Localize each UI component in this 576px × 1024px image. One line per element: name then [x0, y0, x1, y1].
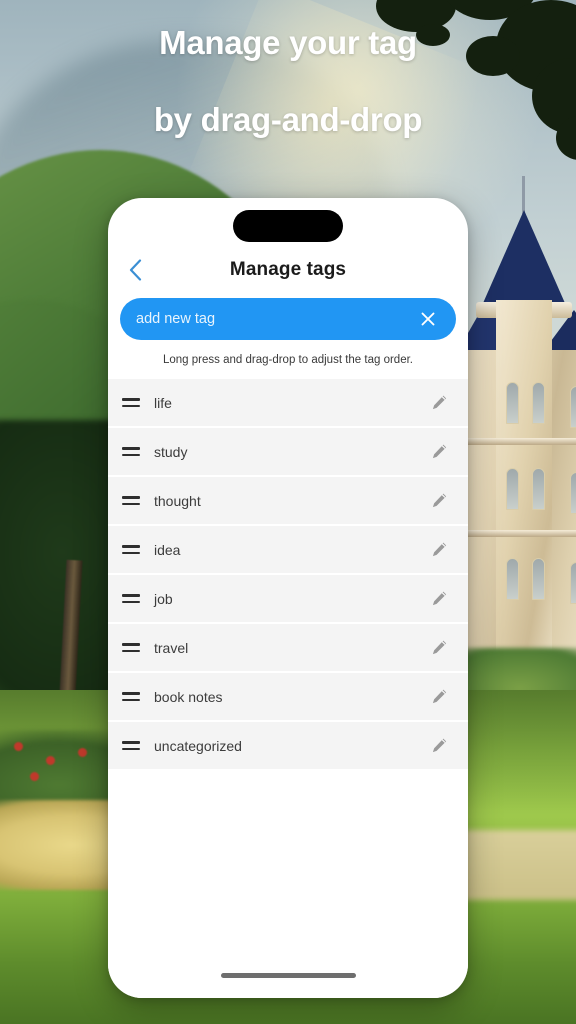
table-row[interactable]: thought	[108, 477, 468, 526]
drag-handle-icon[interactable]	[122, 642, 142, 653]
table-row[interactable]: study	[108, 428, 468, 477]
drag-handle-icon[interactable]	[122, 446, 142, 457]
tag-label: study	[154, 443, 188, 460]
tag-label: idea	[154, 541, 181, 558]
phone-mockup: Manage tags Long press and drag-drop to …	[108, 198, 468, 998]
tag-label: book notes	[154, 688, 223, 705]
headline-line-2: by drag-and-drop	[153, 100, 423, 138]
pencil-icon[interactable]	[426, 488, 452, 514]
tag-label: thought	[154, 492, 201, 509]
chevron-left-icon	[129, 259, 142, 281]
drag-handle-icon[interactable]	[122, 691, 142, 702]
navigation-bar: Manage tags	[108, 242, 468, 298]
table-row[interactable]: life	[108, 379, 468, 428]
tag-list: life study thought idea job travel book …	[108, 379, 468, 952]
home-indicator-area	[108, 952, 468, 998]
table-row[interactable]: travel	[108, 624, 468, 673]
pencil-icon[interactable]	[426, 390, 452, 416]
pencil-icon[interactable]	[426, 635, 452, 661]
table-row[interactable]: job	[108, 575, 468, 624]
castle	[448, 150, 576, 738]
tag-label: life	[154, 394, 172, 411]
close-icon[interactable]	[416, 307, 440, 331]
pencil-icon[interactable]	[426, 537, 452, 563]
add-tag-bar[interactable]	[120, 298, 456, 340]
drag-handle-icon[interactable]	[122, 495, 142, 506]
tag-label: travel	[154, 639, 189, 656]
drag-handle-icon[interactable]	[122, 593, 142, 604]
pencil-icon[interactable]	[426, 684, 452, 710]
table-row[interactable]: book notes	[108, 673, 468, 722]
pencil-icon[interactable]	[426, 439, 452, 465]
back-button[interactable]	[118, 253, 152, 287]
drag-hint-text: Long press and drag-drop to adjust the t…	[163, 354, 413, 366]
table-row[interactable]: uncategorized	[108, 722, 468, 771]
page-title: Manage tags	[229, 259, 347, 280]
drag-handle-icon[interactable]	[122, 397, 142, 408]
garden-path	[455, 830, 576, 900]
tag-label: job	[154, 590, 173, 607]
drag-handle-icon[interactable]	[122, 544, 142, 555]
pencil-icon[interactable]	[426, 733, 452, 759]
add-tag-input[interactable]	[136, 311, 416, 327]
home-indicator[interactable]	[220, 972, 356, 978]
tag-label: uncategorized	[154, 737, 242, 754]
headline-line-1: Manage your tag	[159, 24, 417, 61]
headline: Manage your tag by drag-and-drop	[0, 24, 576, 138]
add-tag-bar-wrapper	[108, 298, 468, 340]
pencil-icon[interactable]	[426, 586, 452, 612]
table-row[interactable]: idea	[108, 526, 468, 575]
drag-handle-icon[interactable]	[122, 740, 142, 751]
dynamic-island	[233, 210, 343, 242]
